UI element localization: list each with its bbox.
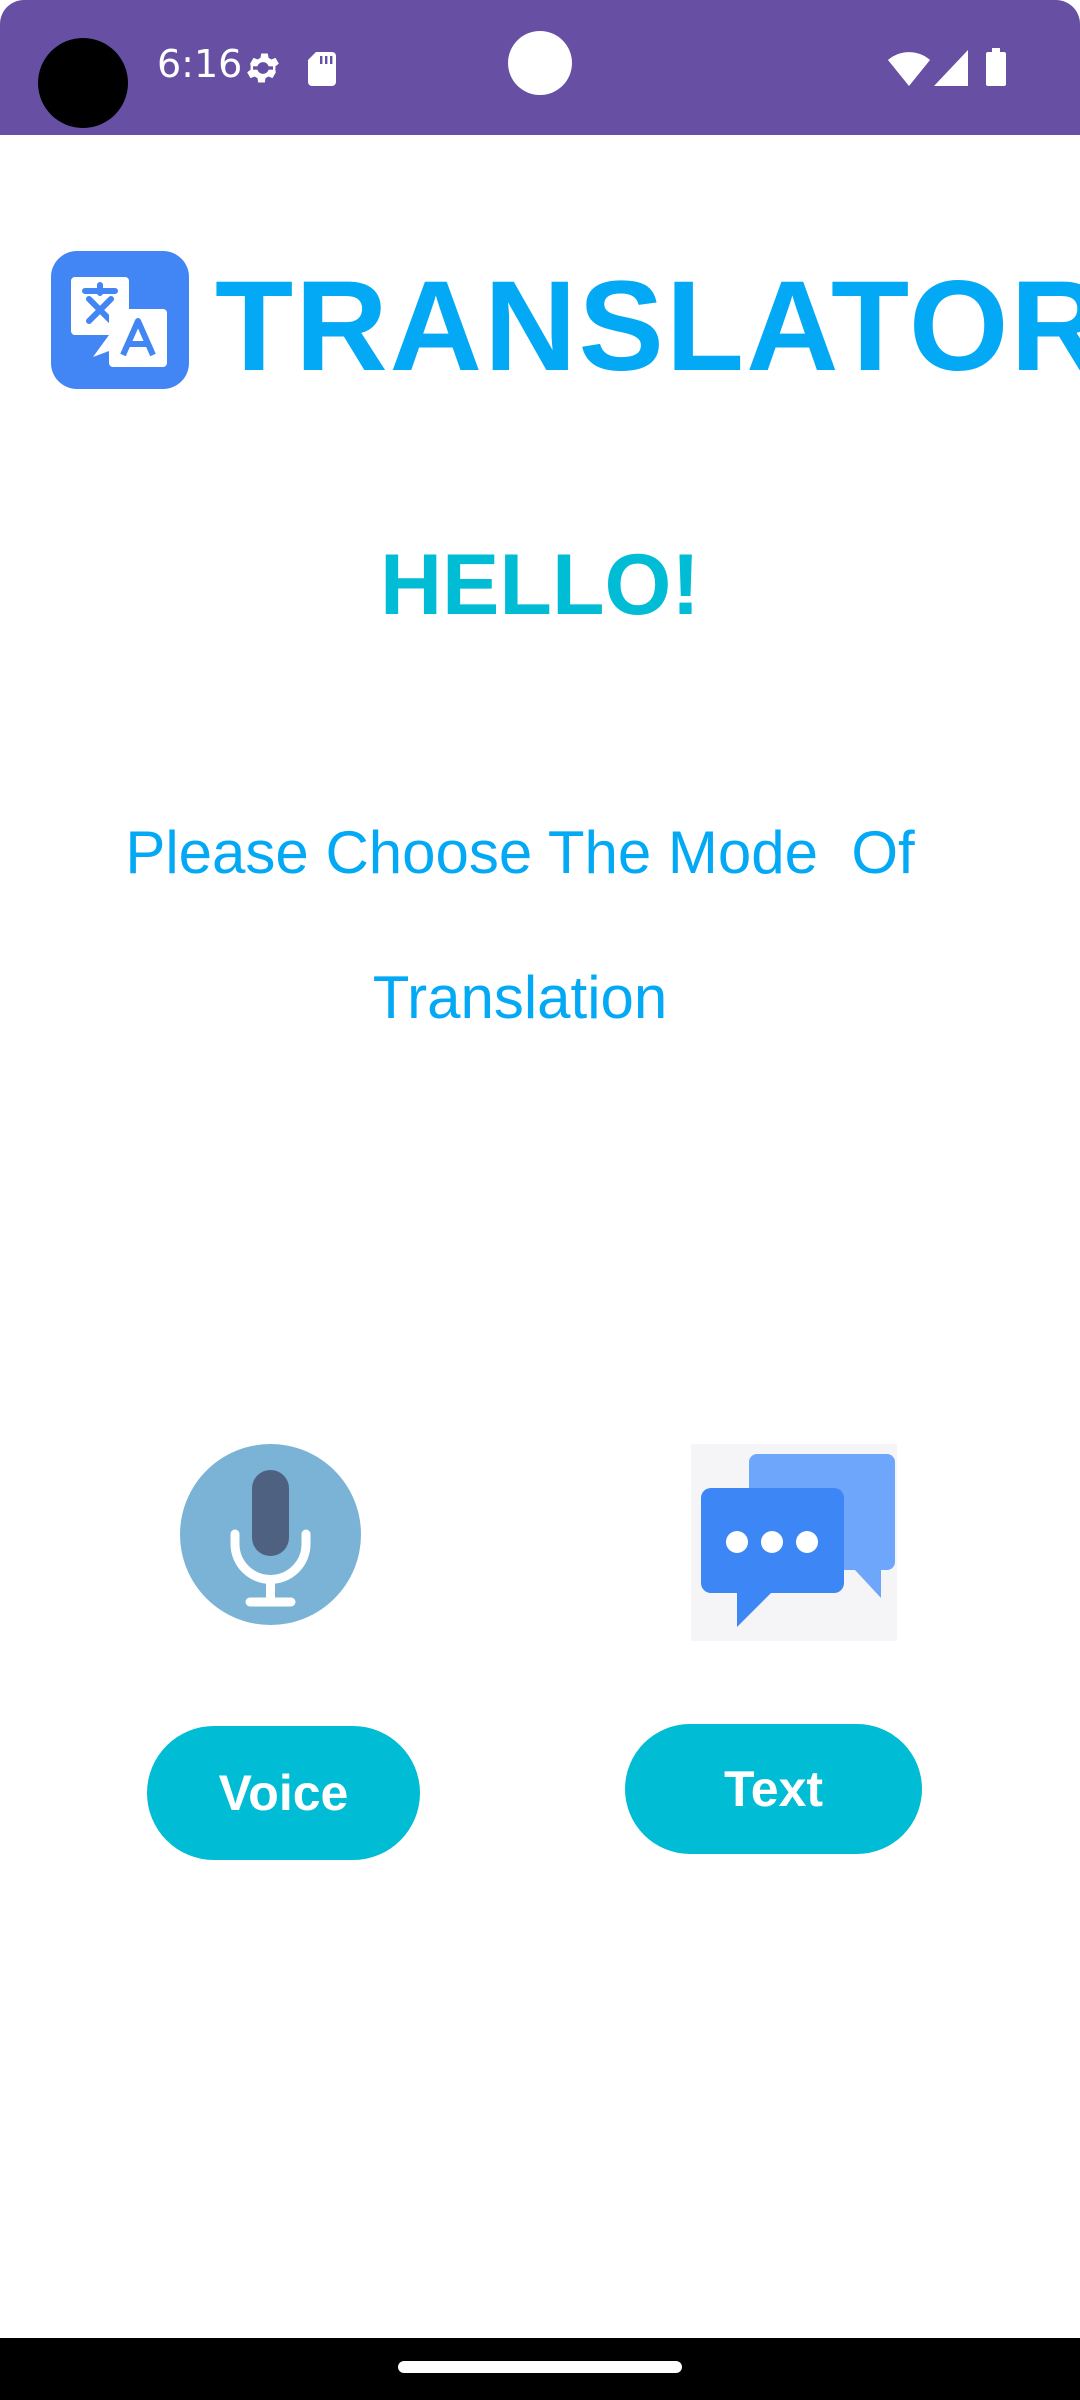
status-bar: 6:16 — [0, 0, 1080, 135]
text-mode-button[interactable]: Text — [625, 1724, 922, 1854]
app-screen: 6:16 TRANSLATOR HELLO! Please Choose The… — [0, 0, 1080, 2400]
front-sensor-dot — [508, 31, 572, 95]
translate-icon — [51, 251, 189, 389]
chat-bubbles-icon[interactable] — [691, 1444, 897, 1641]
settings-gear-icon — [247, 53, 279, 83]
mode-instruction-text: Please Choose The Mode Of Translation — [125, 819, 915, 1031]
cellular-signal-icon — [934, 50, 968, 86]
voice-mode-button[interactable]: Voice — [147, 1726, 420, 1860]
app-title: TRANSLATOR — [215, 255, 1080, 398]
home-gesture-handle[interactable] — [398, 2361, 682, 2373]
greeting-heading: HELLO! — [379, 537, 701, 633]
sd-card-icon — [308, 52, 336, 86]
battery-icon — [986, 48, 1006, 86]
status-time: 6:16 — [157, 42, 243, 86]
microphone-icon[interactable] — [180, 1444, 361, 1625]
camera-cutout — [38, 38, 128, 128]
wifi-icon — [888, 52, 930, 86]
